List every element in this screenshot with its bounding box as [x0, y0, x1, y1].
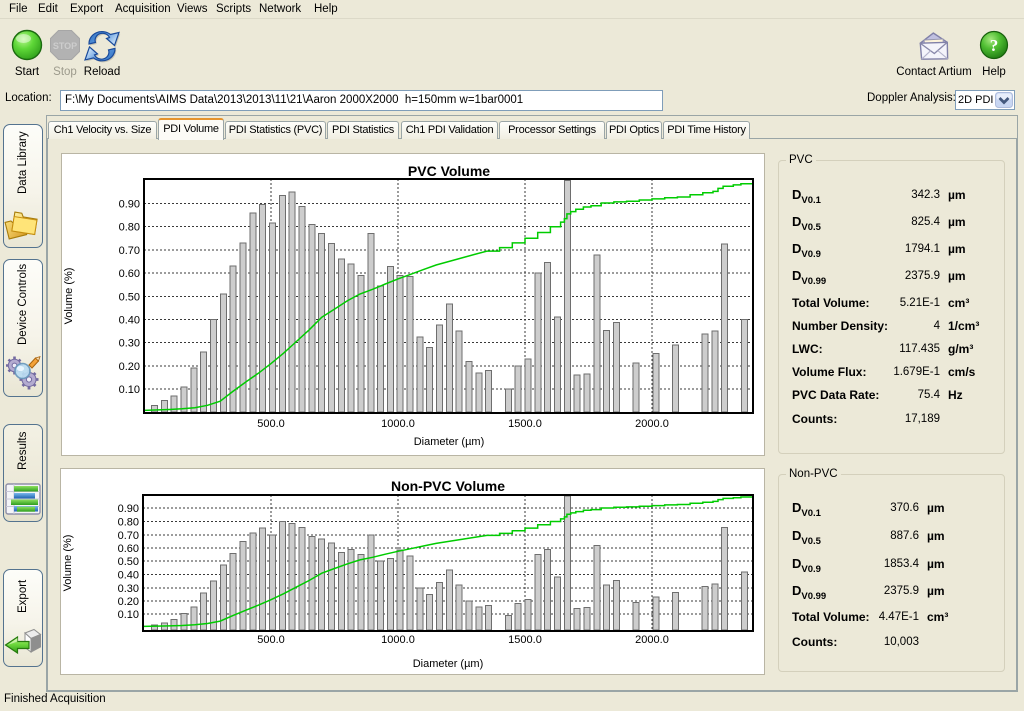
svg-text:PVC Volume: PVC Volume [408, 163, 490, 179]
svg-text:0.40: 0.40 [119, 315, 140, 327]
svg-text:0.50: 0.50 [119, 291, 140, 303]
svg-text:0.20: 0.20 [118, 596, 139, 608]
svg-text:0.60: 0.60 [119, 268, 140, 280]
svg-text:0.60: 0.60 [118, 543, 139, 555]
svg-text:0.20: 0.20 [119, 361, 140, 373]
svg-text:Diameter (µm): Diameter (µm) [414, 436, 485, 448]
svg-text:1000.0: 1000.0 [381, 418, 415, 430]
svg-text:1000.0: 1000.0 [381, 634, 415, 646]
svg-text:Volume (%): Volume (%) [62, 535, 74, 592]
svg-text:0.50: 0.50 [118, 556, 139, 568]
svg-text:1500.0: 1500.0 [508, 634, 542, 646]
svg-text:0.90: 0.90 [118, 503, 139, 515]
svg-text:0.80: 0.80 [118, 517, 139, 529]
svg-text:0.30: 0.30 [119, 338, 140, 350]
svg-text:Non-PVC Volume: Non-PVC Volume [391, 478, 505, 494]
svg-text:1500.0: 1500.0 [508, 418, 542, 430]
svg-text:0.80: 0.80 [119, 222, 140, 234]
svg-text:2000.0: 2000.0 [635, 634, 669, 646]
svg-text:0.40: 0.40 [118, 570, 139, 582]
svg-text:500.0: 500.0 [257, 634, 285, 646]
svg-text:0.70: 0.70 [118, 530, 139, 542]
svg-text:0.10: 0.10 [118, 609, 139, 621]
svg-text:0.90: 0.90 [119, 199, 140, 211]
svg-text:500.0: 500.0 [257, 418, 285, 430]
svg-text:Diameter (µm): Diameter (µm) [413, 658, 484, 670]
svg-text:0.10: 0.10 [119, 384, 140, 396]
svg-text:0.30: 0.30 [118, 583, 139, 595]
svg-text:STOP: STOP [53, 41, 77, 51]
svg-text:2000.0: 2000.0 [635, 418, 669, 430]
svg-text:Volume (%): Volume (%) [63, 268, 75, 325]
svg-text:0.70: 0.70 [119, 245, 140, 257]
svg-text:?: ? [990, 36, 999, 55]
